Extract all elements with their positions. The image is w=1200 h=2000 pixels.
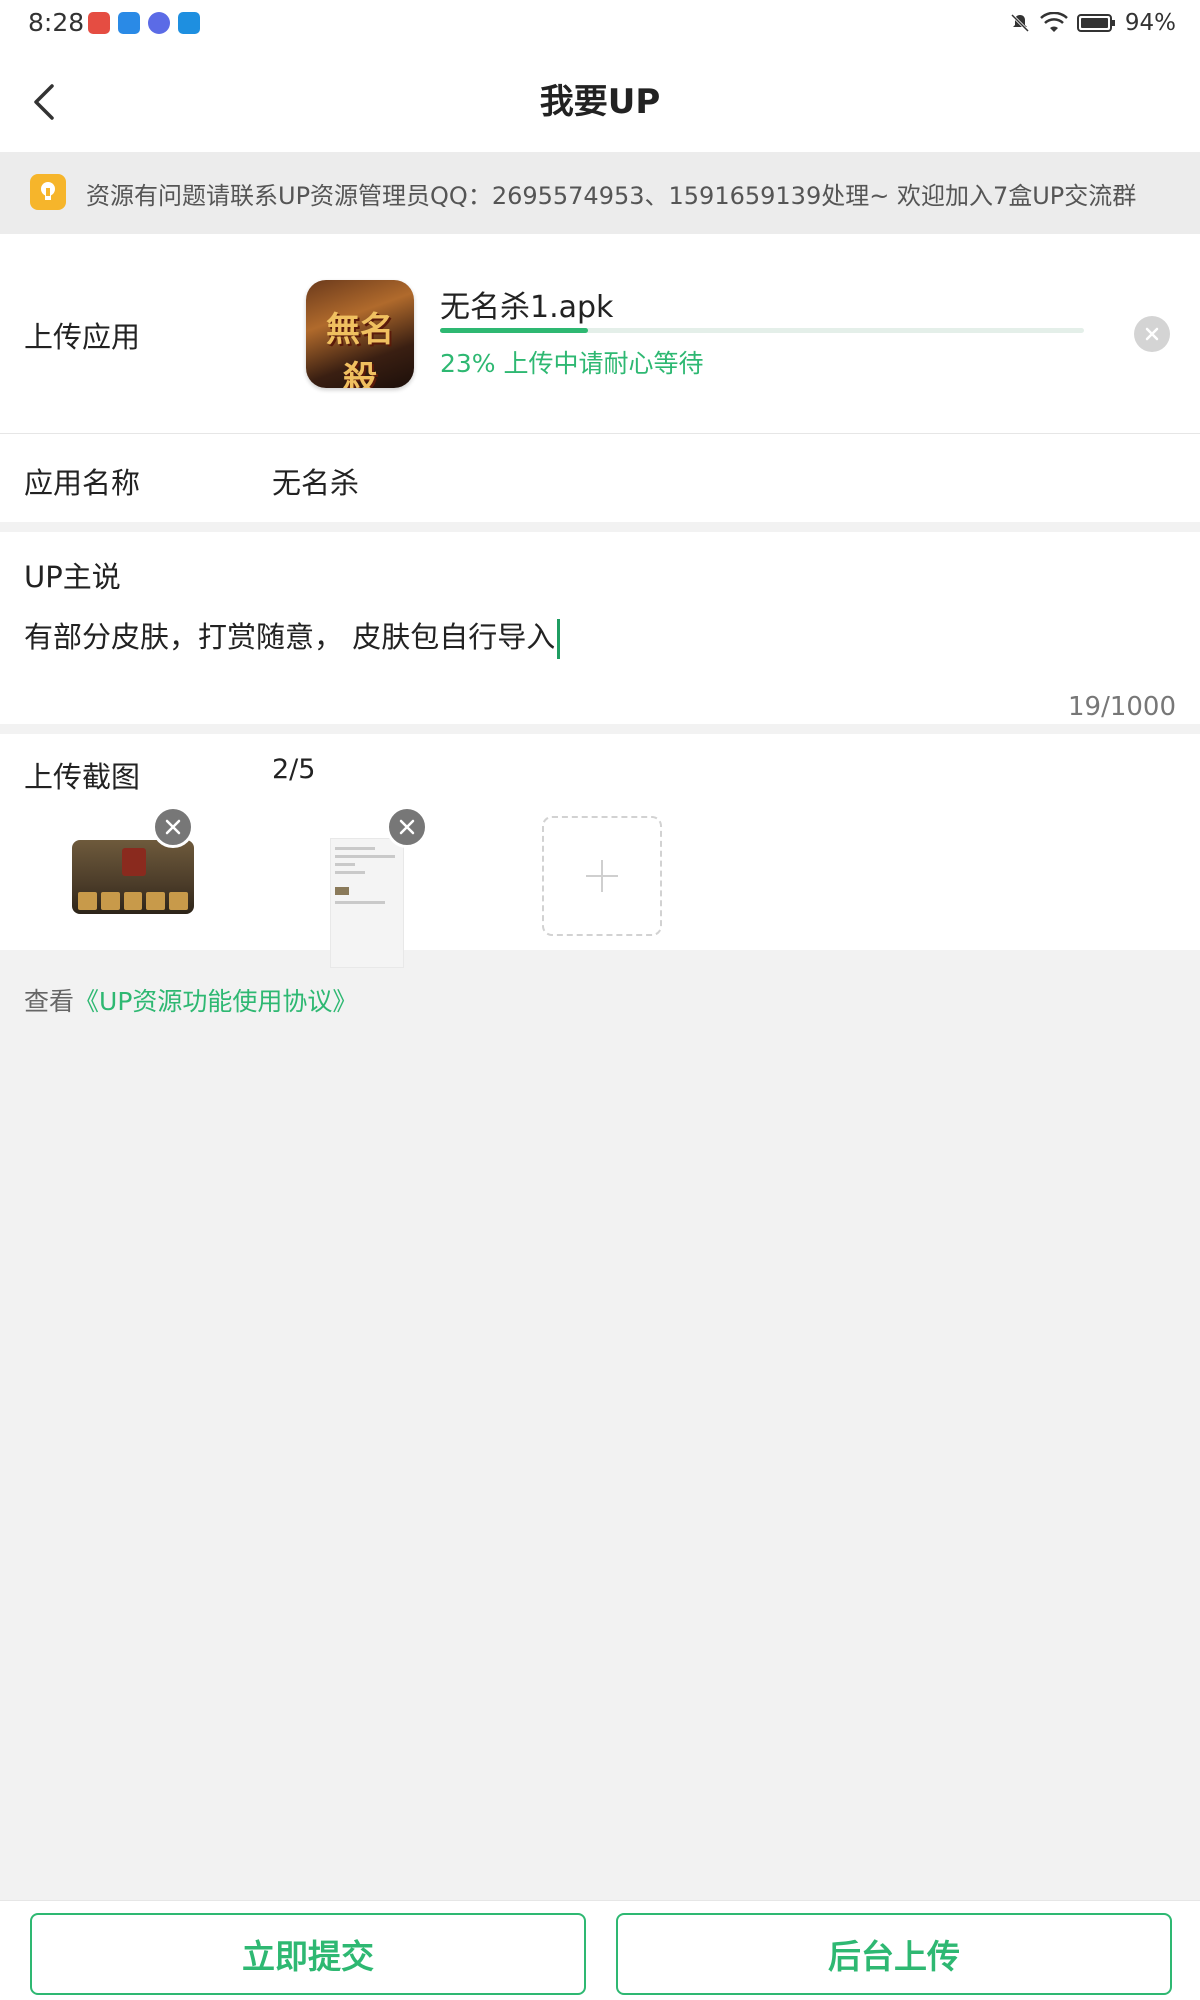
bulb-icon	[30, 174, 66, 210]
app-name-label: 应用名称	[24, 466, 141, 500]
app-icon: 無名殺	[306, 280, 414, 388]
battery-icon	[1076, 14, 1115, 32]
app-header: 我要UP	[0, 48, 1200, 152]
screenshots-section: 上传截图 2/5	[0, 734, 1200, 968]
app-name-section: 应用名称 无名杀	[0, 434, 1200, 522]
bottom-action-bar: 立即提交 后台上传	[0, 1900, 1200, 2000]
submit-button[interactable]: 立即提交	[30, 1913, 586, 1995]
page-title: 我要UP	[539, 82, 661, 122]
agreement-prefix: 查看	[24, 987, 75, 1016]
screenshot-thumbnail[interactable]	[330, 838, 404, 968]
add-screenshot-button[interactable]	[542, 816, 662, 936]
agreement-link[interactable]: 《UP资源功能使用协议》	[74, 987, 357, 1016]
remove-app-button[interactable]	[1134, 316, 1170, 352]
status-bar: 8:28 94%	[0, 0, 1200, 48]
app-notification-icon	[178, 12, 200, 34]
upload-app-label: 上传应用	[24, 320, 141, 354]
notice-text: 资源有问题请联系UP资源管理员QQ：2695574953、1591659139处…	[86, 182, 1137, 210]
file-name: 无名杀1.apk	[440, 290, 614, 325]
status-time: 8:28	[28, 8, 85, 37]
remove-screenshot-button[interactable]	[386, 806, 428, 848]
upload-app-section: 上传应用 無名殺 无名杀1.apk 23% 上传中请耐心等待	[0, 234, 1200, 434]
app-name-field[interactable]: 无名杀	[272, 460, 359, 502]
close-icon	[1145, 327, 1159, 341]
upload-progress-text: 23% 上传中请耐心等待	[440, 349, 704, 378]
notice-banner[interactable]: 资源有问题请联系UP资源管理员QQ：2695574953、1591659139处…	[0, 152, 1200, 234]
up-talk-label: UP主说	[24, 560, 121, 594]
char-counter: 19/1000	[1067, 692, 1176, 722]
up-talk-text: 有部分皮肤，打赏随意， 皮肤包自行导入	[24, 620, 556, 654]
screenshots-label: 上传截图	[24, 760, 141, 794]
notification-app-icon	[88, 12, 110, 34]
upload-progress-fill	[440, 328, 589, 333]
text-cursor	[557, 619, 561, 659]
upload-progress-bar	[440, 328, 1084, 333]
close-icon	[399, 819, 415, 835]
plus-icon	[586, 860, 618, 892]
music-notification-icon	[148, 12, 170, 34]
up-talk-section: UP主说 有部分皮肤，打赏随意， 皮肤包自行导入 19/1000	[0, 532, 1200, 724]
screenshot-count: 2/5	[272, 754, 316, 785]
wifi-icon	[1040, 12, 1068, 32]
screenshot-thumbnail[interactable]	[72, 840, 194, 914]
app-icon-glyph: 無名殺	[326, 310, 394, 388]
battery-level: 94%	[1124, 10, 1176, 36]
cloud-notification-icon	[118, 12, 140, 34]
bell-off-icon	[1010, 13, 1029, 33]
background-upload-button[interactable]: 后台上传	[616, 1913, 1172, 1995]
remove-screenshot-button[interactable]	[152, 806, 194, 848]
status-indicators: 94%	[1009, 10, 1176, 36]
close-icon	[165, 819, 181, 835]
agreement-line: 查看《UP资源功能使用协议》	[24, 982, 357, 1018]
up-talk-textarea[interactable]: 有部分皮肤，打赏随意， 皮肤包自行导入	[24, 614, 561, 659]
